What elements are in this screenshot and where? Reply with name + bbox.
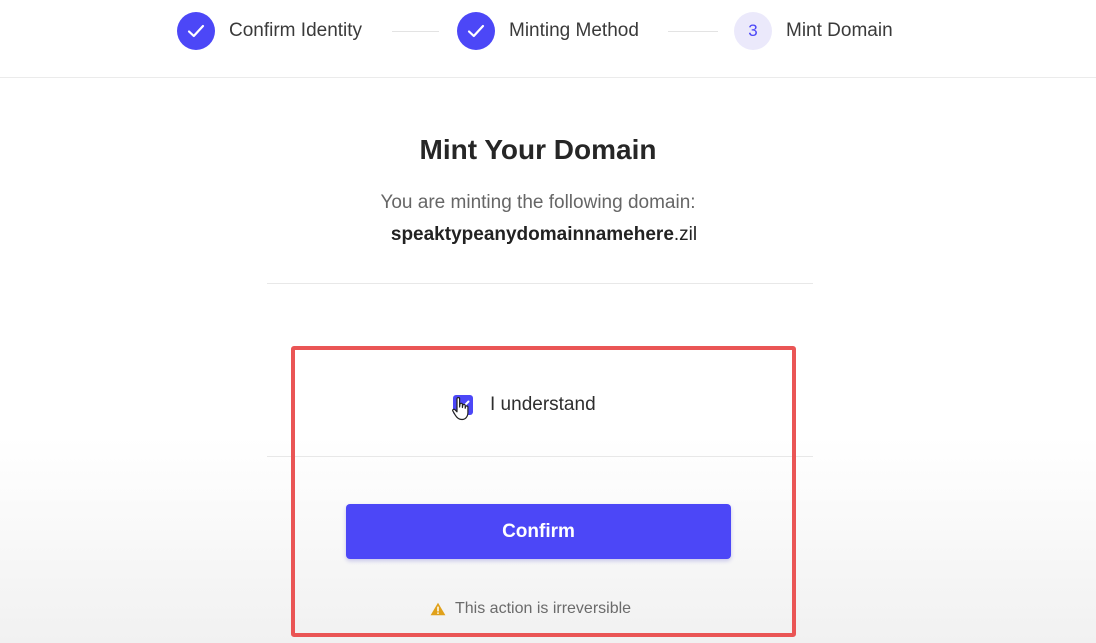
step-label: Mint Domain [786, 20, 893, 41]
domain-name: speaktypeanydomainnamehere [390, 224, 674, 245]
stepper: Confirm Identity Minting Method 3 Mint D… [0, 0, 1096, 78]
step-minting-method: Minting Method [457, 12, 639, 50]
step-connector [392, 31, 439, 32]
step-connector [668, 31, 718, 32]
check-icon [177, 12, 215, 50]
divider [267, 283, 813, 284]
step-label: Confirm Identity [229, 20, 363, 41]
step-mint-domain: 3 Mint Domain [734, 12, 893, 50]
domain-display: speaktypeanydomainnamehere.zil [0, 224, 1088, 246]
step-label: Minting Method [509, 20, 639, 41]
check-icon [457, 12, 495, 50]
step-number: 3 [734, 12, 772, 50]
highlight-box [291, 346, 796, 637]
domain-tld: .zil [673, 224, 698, 245]
step-confirm-identity: Confirm Identity [177, 12, 362, 50]
page-title: Mint Your Domain [419, 134, 657, 165]
page-subtitle: You are minting the following domain: [380, 192, 696, 213]
